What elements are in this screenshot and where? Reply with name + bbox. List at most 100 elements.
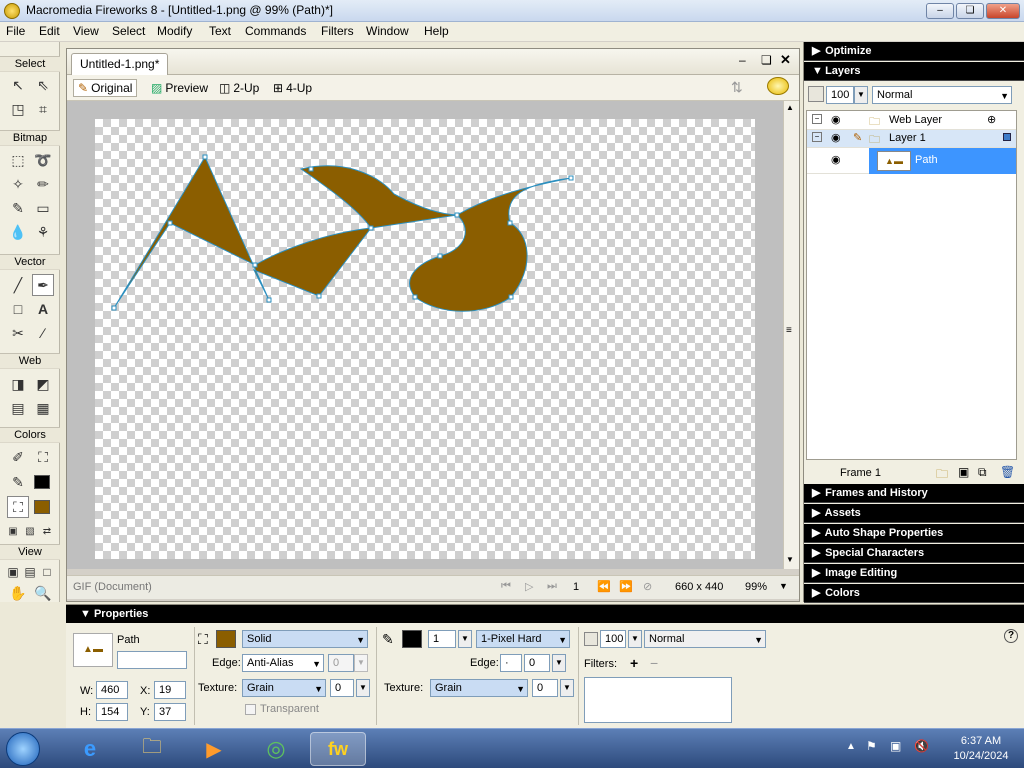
- brush-tool-icon[interactable]: ✏: [32, 173, 54, 195]
- exit-bitmap-mode-icon[interactable]: ⊘: [643, 580, 652, 593]
- rubber-stamp-tool-icon[interactable]: ⚘: [32, 221, 54, 243]
- stroke-texture-select[interactable]: Grain ▼: [430, 679, 528, 697]
- menu-help[interactable]: Help: [424, 24, 449, 38]
- fill-swatch[interactable]: [216, 630, 236, 648]
- transparent-checkbox[interactable]: [245, 704, 256, 715]
- remove-filter-icon[interactable]: −: [650, 655, 658, 671]
- anchor-point[interactable]: [437, 253, 443, 259]
- export-format-label[interactable]: GIF (Document): [73, 581, 152, 593]
- anchor-point[interactable]: [508, 294, 514, 300]
- dropdown-arrow-icon[interactable]: ▼: [560, 679, 574, 697]
- freeform-tool-icon[interactable]: ✂: [7, 322, 29, 344]
- first-frame-icon[interactable]: ⏮: [501, 580, 511, 593]
- restore-button[interactable]: ❏: [956, 3, 984, 19]
- eraser-tool-icon[interactable]: ▭: [32, 197, 54, 219]
- dropdown-arrow-icon[interactable]: ▼: [356, 679, 370, 697]
- vertical-scrollbar[interactable]: ▲ ≡ ▼: [783, 101, 799, 569]
- height-field[interactable]: 154: [96, 703, 128, 721]
- 4up-view-button[interactable]: ⊞ 4-Up: [269, 79, 316, 97]
- dropdown-arrow-icon[interactable]: ▼: [354, 654, 368, 672]
- scale-tool-icon[interactable]: ◳: [7, 98, 29, 120]
- last-frame-icon[interactable]: ⏭: [547, 580, 557, 593]
- bulb-icon[interactable]: [767, 77, 789, 95]
- layer-opacity-field[interactable]: 100: [826, 86, 854, 104]
- anchor-point[interactable]: [368, 225, 374, 231]
- hide-hotspots-icon[interactable]: ▤: [7, 397, 29, 419]
- anchor-point[interactable]: [412, 294, 418, 300]
- slice-tool-icon[interactable]: ◩: [32, 373, 54, 395]
- stroke-type-select[interactable]: 1-Pixel Hard ▼: [476, 630, 570, 648]
- width-field[interactable]: 460: [96, 681, 128, 699]
- stroke-texture-amount[interactable]: 0: [532, 679, 558, 697]
- blur-tool-icon[interactable]: 💧: [7, 221, 29, 243]
- auto-shape-panel-header[interactable]: ▶ Auto Shape Properties: [804, 524, 1024, 543]
- stroke-edge-dot[interactable]: ·: [500, 654, 522, 672]
- brown-vector-shape[interactable]: [113, 155, 572, 312]
- explorer-taskbar-icon[interactable]: 🗀: [124, 732, 180, 766]
- pencil-tool-icon[interactable]: ✎: [7, 197, 29, 219]
- anchor-point[interactable]: [252, 262, 258, 268]
- duplicate-layer-icon[interactable]: ⧉: [978, 465, 987, 480]
- y-field[interactable]: 37: [154, 703, 186, 721]
- 2up-view-button[interactable]: ◫ 2-Up: [215, 79, 263, 97]
- eyedropper-tool-icon[interactable]: ✐: [7, 446, 29, 468]
- object-opacity-field[interactable]: 100: [600, 630, 626, 648]
- eye-icon[interactable]: ◉: [831, 113, 841, 126]
- next-frame-icon[interactable]: ⏩: [619, 580, 633, 593]
- eye-icon[interactable]: ◉: [831, 131, 841, 144]
- layers-panel-header[interactable]: ▼ Layers: [804, 62, 1024, 81]
- scroll-up-icon[interactable]: ▲: [786, 103, 794, 112]
- doc-restore-icon[interactable]: ❏: [761, 53, 772, 67]
- show-hotspots-icon[interactable]: ▦: [32, 397, 54, 419]
- fireworks-taskbar-icon[interactable]: fw: [310, 732, 366, 766]
- minimize-button[interactable]: –: [926, 3, 954, 19]
- internet-explorer-taskbar-icon[interactable]: e: [62, 732, 118, 766]
- menu-commands[interactable]: Commands: [245, 24, 306, 38]
- anchor-point[interactable]: [316, 293, 322, 299]
- hand-tool-icon[interactable]: ✋: [7, 582, 29, 604]
- menu-file[interactable]: File: [6, 24, 25, 38]
- layer-row-web[interactable]: − ◉ 🗀 Web Layer ⊕: [807, 112, 1016, 130]
- x-field[interactable]: 19: [154, 681, 186, 699]
- fill-color-swatch[interactable]: [34, 500, 50, 514]
- object-name-field[interactable]: [117, 651, 187, 669]
- scroll-grip-icon[interactable]: ≡: [786, 325, 792, 336]
- menu-select[interactable]: Select: [112, 24, 145, 38]
- crop-tool-icon[interactable]: ⌗: [32, 98, 54, 120]
- original-view-button[interactable]: ✎ Original: [73, 79, 138, 97]
- frame-label[interactable]: Frame 1: [840, 467, 881, 479]
- preview-view-button[interactable]: ▨ Preview: [147, 79, 212, 97]
- stroke-color-icon[interactable]: ✎: [7, 471, 29, 493]
- help-icon[interactable]: ?: [1004, 629, 1018, 643]
- menu-window[interactable]: Window: [366, 24, 409, 38]
- play-icon[interactable]: ▷: [525, 580, 533, 593]
- vector-path[interactable]: [95, 119, 755, 559]
- frames-history-panel-header[interactable]: ▶ Frames and History: [804, 484, 1024, 503]
- anchor-point[interactable]: [202, 154, 208, 160]
- zoom-dropdown-icon[interactable]: ▼: [779, 581, 788, 591]
- fill-texture-select[interactable]: Grain ▼: [242, 679, 326, 697]
- zoom-readout[interactable]: 99%: [745, 581, 767, 593]
- fill-edge-select[interactable]: Anti-Alias ▼: [242, 654, 324, 672]
- hotspot-tool-icon[interactable]: ◨: [7, 373, 29, 395]
- collapse-icon[interactable]: −: [812, 132, 822, 142]
- document-tab[interactable]: Untitled-1.png*: [71, 53, 169, 75]
- media-player-taskbar-icon[interactable]: ▶: [186, 732, 242, 766]
- colors-panel-header[interactable]: ▶ Colors: [804, 584, 1024, 603]
- stroke-color-swatch[interactable]: [34, 475, 50, 489]
- anchor-point[interactable]: [568, 175, 574, 181]
- stroke-edge-amount[interactable]: 0: [524, 654, 550, 672]
- start-button[interactable]: [6, 732, 40, 766]
- layer-blend-mode-select[interactable]: Normal ▼: [872, 86, 1012, 104]
- add-filter-icon[interactable]: +: [630, 655, 638, 671]
- system-clock[interactable]: 6:37 AM 10/24/2024: [946, 734, 1016, 764]
- line-tool-icon[interactable]: ╱: [7, 274, 29, 296]
- trash-icon[interactable]: 🗑: [1000, 465, 1015, 479]
- fill-edge-amount[interactable]: 0: [328, 654, 354, 672]
- opacity-dropdown-icon[interactable]: ▼: [854, 86, 868, 104]
- pen-tool-icon[interactable]: ✒: [32, 274, 54, 296]
- eye-icon[interactable]: ◉: [831, 153, 841, 166]
- anchor-point[interactable]: [454, 212, 460, 218]
- object-blend-mode-select[interactable]: Normal ▼: [644, 630, 766, 648]
- new-bitmap-image-icon[interactable]: ▣: [958, 465, 969, 479]
